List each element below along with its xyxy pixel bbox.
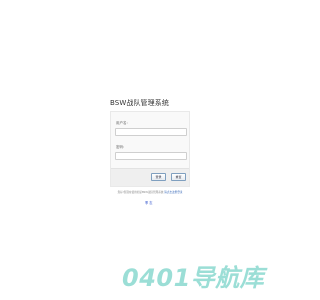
footer-note: 您好!您现在使用的是BSW战队管理系统 请点击这里登录 (107, 190, 193, 194)
password-label: 密码: (116, 145, 125, 149)
action-bar: 登录 重置 (111, 168, 189, 186)
footer-note-text: 您好!您现在使用的是BSW战队管理系统 (117, 191, 165, 194)
login-panel: 用户名: 密码: 登录 重置 (110, 111, 190, 187)
username-label: 用户名: (116, 121, 128, 125)
footer-brand: 季 志 (145, 201, 153, 205)
app-title: BSW战队管理系统 (110, 99, 169, 107)
username-input[interactable] (115, 128, 187, 136)
password-input[interactable] (115, 152, 187, 160)
login-button[interactable]: 登录 (151, 173, 166, 181)
watermark-logo: 0401导航库 (122, 264, 265, 292)
footer-login-link[interactable]: 请点击这里登录 (164, 191, 182, 194)
reset-button[interactable]: 重置 (171, 173, 186, 181)
